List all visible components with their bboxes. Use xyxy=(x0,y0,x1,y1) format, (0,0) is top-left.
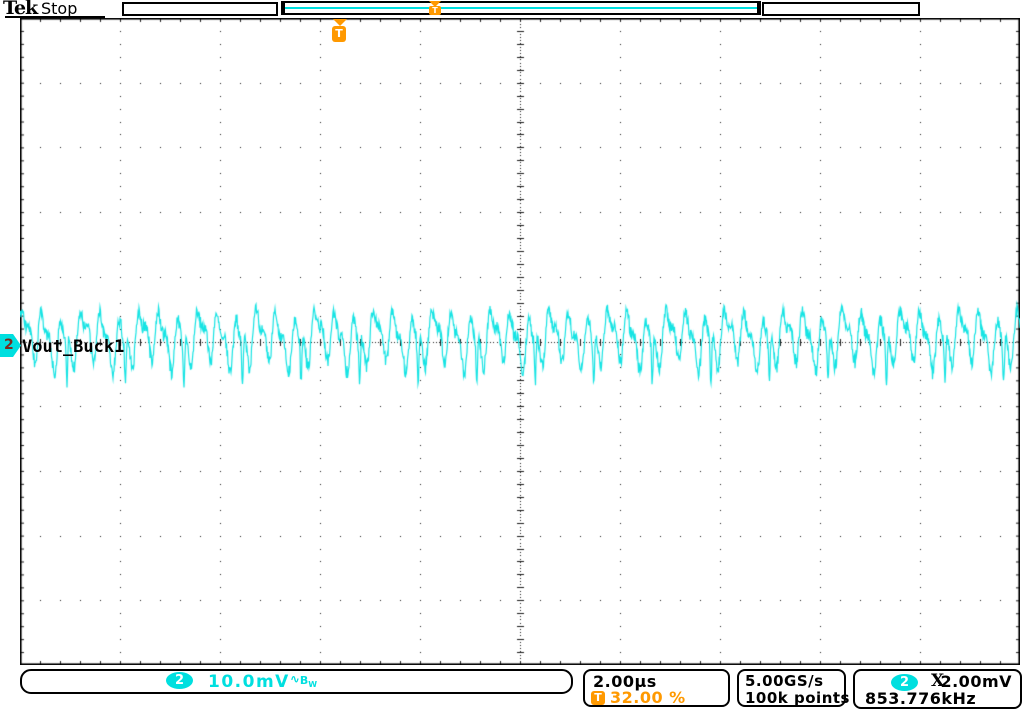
bandwidth-limit-icon: BW xyxy=(300,674,317,687)
record-bar-right-segment xyxy=(762,2,920,16)
waveform-label[interactable]: Vout_Buck1 xyxy=(22,337,124,357)
trigger-arrow-icon xyxy=(333,19,347,26)
acquisition-status: Stop xyxy=(41,0,77,18)
trigger-position-value: 32.00 % xyxy=(610,688,686,707)
record-length-readout: 100k points xyxy=(745,689,850,707)
graticule xyxy=(20,18,1020,665)
trigger-readout-box[interactable]: 2 X 2.00mV 853.776kHz xyxy=(853,669,1022,709)
trigger-t-icon: T xyxy=(429,6,441,15)
trigger-t-icon: T xyxy=(591,691,605,705)
record-bar-displayed-window[interactable] xyxy=(281,1,761,15)
trigger-position-readout: T 32.00 % xyxy=(591,688,721,704)
sample-rate-readout: 5.00GS/s xyxy=(745,672,824,690)
channel2-scale-readout: 10.0mV∿BW xyxy=(208,672,317,692)
record-bar-left-segment xyxy=(122,2,278,16)
channel2-scale-value: 10.0mV xyxy=(208,672,290,692)
trigger-frequency-readout: 853.776kHz xyxy=(865,689,976,708)
waveform-preview-line xyxy=(285,7,757,9)
ac-coupling-icon: ∿ xyxy=(290,672,300,686)
channel2-badge: 2 xyxy=(166,672,193,689)
record-bar-trigger-marker[interactable]: T xyxy=(428,1,442,15)
acquisition-readout-box[interactable]: 5.00GS/s 100k points xyxy=(737,669,846,707)
oscilloscope-screen: { "colors": { "cyan": "#00DFDF", "wavefo… xyxy=(0,0,1024,712)
trigger-t-icon: T xyxy=(332,26,346,42)
channel2-position-marker[interactable]: 2 xyxy=(0,334,21,357)
screen-trigger-position-marker[interactable]: T xyxy=(332,19,348,45)
horizontal-readout-box[interactable]: 2.00µs T 32.00 % xyxy=(583,669,730,707)
waveform-display xyxy=(20,18,1020,665)
channel2-readout-box[interactable]: 2 10.0mV∿BW xyxy=(20,669,573,694)
